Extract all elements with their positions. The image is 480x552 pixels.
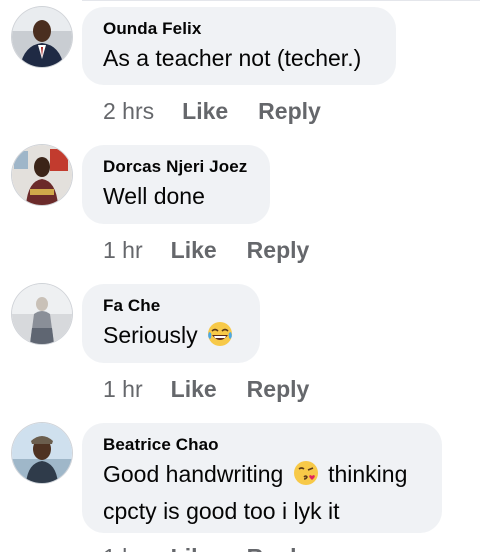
like-button[interactable]: Like (171, 376, 217, 402)
face-blowing-a-kiss-icon (292, 459, 320, 495)
comment-bubble: Fa Che Seriously (82, 284, 260, 363)
like-button[interactable]: Like (171, 237, 217, 263)
comment-bubble: Beatrice Chao Good handwriting thinking c… (82, 423, 442, 533)
face-with-tears-of-joy-icon (206, 320, 234, 356)
comment-actions: 1 hr Like Reply (103, 236, 309, 264)
comment-text: Good handwriting thinking cpcty is good t… (103, 458, 420, 527)
comment-bubble: Dorcas Njeri Joez Well done (82, 145, 270, 224)
comment-text-line2: cpcty is good too i lyk it (103, 498, 340, 524)
comment-author[interactable]: Fa Che (103, 296, 238, 316)
avatar[interactable] (12, 7, 72, 67)
like-button[interactable]: Like (171, 544, 217, 552)
comment-actions-partial: 1 hr Like Reply (103, 543, 309, 552)
comment-author[interactable]: Ounda Felix (103, 19, 374, 39)
avatar[interactable] (12, 145, 72, 205)
comment-bubble: Ounda Felix As a teacher not (techer.) (82, 7, 396, 85)
comment-text-line1-after: thinking (328, 461, 408, 487)
comment-timestamp[interactable]: 1 hr (103, 237, 143, 263)
comment-author[interactable]: Beatrice Chao (103, 435, 420, 455)
like-button[interactable]: Like (182, 98, 228, 124)
comment-actions: 1 hr Like Reply (103, 375, 309, 403)
avatar[interactable] (12, 284, 72, 344)
reply-button[interactable]: Reply (247, 376, 310, 402)
comment-author[interactable]: Dorcas Njeri Joez (103, 157, 248, 177)
reply-button[interactable]: Reply (258, 98, 321, 124)
comment-timestamp[interactable]: 1 hr (103, 376, 143, 402)
comment-timestamp[interactable]: 1 hr (103, 544, 143, 552)
comment-text: Well done (103, 183, 205, 209)
reply-button[interactable]: Reply (247, 237, 310, 263)
reply-button[interactable]: Reply (247, 544, 310, 552)
comment-actions: 2 hrs Like Reply (103, 97, 321, 125)
comment-text: As a teacher not (techer.) (103, 45, 362, 71)
comment-text-content: Seriously (103, 322, 198, 348)
thread-divider (82, 0, 480, 1)
comment-text: Seriously (103, 319, 238, 356)
avatar[interactable] (12, 423, 72, 483)
comment-timestamp[interactable]: 2 hrs (103, 98, 154, 124)
comment-text-line1: Good handwriting (103, 461, 284, 487)
